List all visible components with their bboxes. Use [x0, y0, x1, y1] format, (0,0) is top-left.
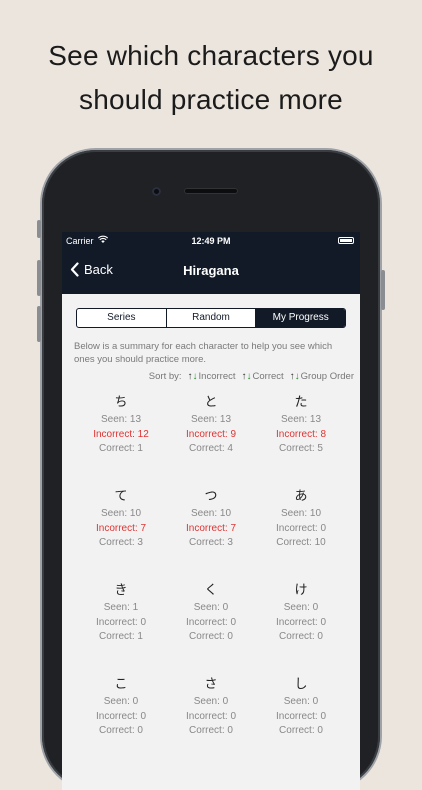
correct-count: Correct: 0 [189, 725, 233, 736]
correct-count: Correct: 3 [99, 537, 143, 548]
sort-option-label: Incorrect [198, 371, 236, 382]
sort-label: Sort by: [148, 371, 182, 382]
seen-count: Seen: 13 [100, 414, 142, 425]
marketing-headline: See which characters you should practice… [0, 34, 422, 122]
status-time: 12:49 PM [191, 236, 231, 246]
seen-count: Seen: 0 [283, 696, 319, 707]
seen-count: Seen: 10 [280, 508, 322, 519]
character-card[interactable]: さ Seen: 0 Incorrect: 0 Correct: 0 [166, 674, 256, 768]
sort-option-correct[interactable]: ↑ ↓ Correct [242, 371, 284, 382]
tab-my-progress[interactable]: My Progress [256, 309, 345, 327]
seen-count: Seen: 0 [283, 602, 319, 613]
character-glyph: く [204, 582, 218, 597]
volume-down-button [37, 306, 41, 342]
incorrect-count: Incorrect: 9 [185, 428, 237, 440]
character-card[interactable]: あ Seen: 10 Incorrect: 0 Correct: 10 [256, 486, 346, 580]
correct-count: Correct: 0 [99, 725, 143, 736]
character-card[interactable]: ち Seen: 13 Incorrect: 12 Correct: 1 [76, 392, 166, 486]
character-card[interactable]: つ Seen: 10 Incorrect: 7 Correct: 3 [166, 486, 256, 580]
phone-frame: Carrier 12:49 PM Back Hiragana Series Ran… [37, 150, 385, 790]
correct-count: Correct: 0 [279, 631, 323, 642]
seen-count: Seen: 0 [193, 602, 229, 613]
earpiece-speaker [184, 188, 238, 194]
volume-up-button [37, 260, 41, 296]
sort-arrows-icon: ↑ ↓ [187, 370, 198, 382]
incorrect-count: Incorrect: 0 [275, 710, 327, 722]
seen-count: Seen: 0 [193, 696, 229, 707]
correct-count: Correct: 1 [99, 443, 143, 454]
character-card[interactable]: こ Seen: 0 Incorrect: 0 Correct: 0 [76, 674, 166, 768]
correct-count: Correct: 4 [189, 443, 233, 454]
mute-switch [37, 220, 41, 238]
character-card[interactable]: と Seen: 13 Incorrect: 9 Correct: 4 [166, 392, 256, 486]
correct-count: Correct: 1 [99, 631, 143, 642]
correct-count: Correct: 0 [189, 631, 233, 642]
navigation-bar: Back Hiragana [62, 250, 360, 294]
sort-bar: Sort by: ↑ ↓ Incorrect ↑ ↓ Correct ↑ ↓ Group Ord… [149, 371, 354, 382]
character-card[interactable]: け Seen: 0 Incorrect: 0 Correct: 0 [256, 580, 346, 674]
character-glyph: て [114, 488, 128, 503]
character-glyph: し [294, 676, 308, 691]
sort-arrows-icon: ↑ ↓ [289, 370, 300, 382]
incorrect-count: Incorrect: 12 [93, 428, 149, 440]
status-bar: Carrier 12:49 PM [62, 232, 360, 250]
incorrect-count: Incorrect: 0 [95, 710, 147, 722]
incorrect-count: Incorrect: 0 [275, 616, 327, 628]
headline-line-2: should practice more [79, 84, 343, 115]
character-glyph: き [114, 582, 128, 597]
character-card[interactable]: き Seen: 1 Incorrect: 0 Correct: 1 [76, 580, 166, 674]
tab-series[interactable]: Series [77, 309, 167, 327]
character-card[interactable]: て Seen: 10 Incorrect: 7 Correct: 3 [76, 486, 166, 580]
page-title: Hiragana [183, 263, 239, 278]
incorrect-count: Incorrect: 0 [185, 710, 237, 722]
summary-text: Below is a summary for each character to… [74, 341, 333, 365]
progress-content: Series Random My Progress Below is a summa… [62, 294, 360, 790]
mode-segmented-control: Series Random My Progress [76, 308, 346, 328]
sort-option-label: Correct [252, 371, 284, 382]
seen-count: Seen: 0 [103, 696, 139, 707]
correct-count: Correct: 3 [189, 537, 233, 548]
seen-count: Seen: 10 [190, 508, 232, 519]
power-button [381, 270, 385, 310]
sort-arrows-icon: ↑ ↓ [241, 370, 252, 382]
correct-count: Correct: 5 [279, 443, 323, 454]
tab-random[interactable]: Random [167, 309, 257, 327]
seen-count: Seen: 1 [103, 602, 139, 613]
incorrect-count: Incorrect: 8 [275, 428, 327, 440]
front-camera [152, 187, 161, 196]
character-grid: ち Seen: 13 Incorrect: 12 Correct: 1 と Seen: 1… [76, 392, 346, 768]
sort-option-group-order[interactable]: ↑ ↓ Group Order [290, 371, 354, 382]
incorrect-count: Incorrect: 7 [95, 522, 147, 534]
character-card[interactable]: し Seen: 0 Incorrect: 0 Correct: 0 [256, 674, 346, 768]
character-glyph: あ [294, 488, 308, 503]
correct-count: Correct: 0 [279, 725, 323, 736]
incorrect-count: Incorrect: 7 [185, 522, 237, 534]
incorrect-count: Incorrect: 0 [185, 616, 237, 628]
character-glyph: こ [114, 676, 128, 691]
headline-line-1: See which characters you [48, 40, 374, 71]
character-card[interactable]: た Seen: 13 Incorrect: 8 Correct: 5 [256, 392, 346, 486]
seen-count: Seen: 13 [190, 414, 232, 425]
character-card[interactable]: く Seen: 0 Incorrect: 0 Correct: 0 [166, 580, 256, 674]
character-glyph: ち [114, 394, 128, 409]
seen-count: Seen: 10 [100, 508, 142, 519]
seen-count: Seen: 13 [280, 414, 322, 425]
app-screen: Carrier 12:49 PM Back Hiragana Series Ran… [62, 232, 360, 790]
character-glyph: さ [204, 676, 218, 691]
character-glyph: け [294, 582, 308, 597]
character-glyph: た [294, 394, 308, 409]
battery-icon [338, 237, 354, 244]
sort-option-label: Group Order [300, 371, 354, 382]
incorrect-count: Incorrect: 0 [95, 616, 147, 628]
sort-option-incorrect[interactable]: ↑ ↓ Incorrect [188, 371, 236, 382]
character-glyph: と [204, 394, 218, 409]
character-glyph: つ [204, 488, 218, 503]
correct-count: Correct: 10 [276, 537, 326, 548]
incorrect-count: Incorrect: 0 [275, 522, 327, 534]
